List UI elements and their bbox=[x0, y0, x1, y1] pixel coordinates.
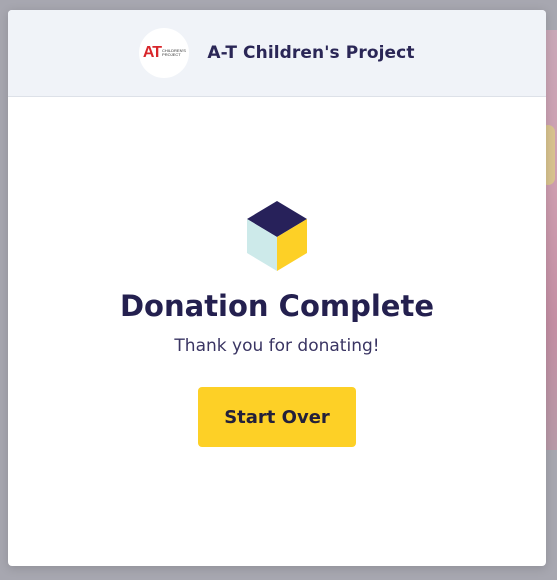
thank-you-message: Thank you for donating! bbox=[174, 336, 380, 356]
page-title: Donation Complete bbox=[119, 289, 434, 323]
cube-icon bbox=[247, 201, 307, 271]
logo-initials: AT bbox=[142, 44, 162, 61]
dialog-header: AT CHILDREN'S PROJECT A-T Children's Pro… bbox=[8, 10, 546, 97]
organization-logo: AT CHILDREN'S PROJECT bbox=[139, 28, 190, 78]
logo-wordmark: CHILDREN'S PROJECT bbox=[162, 48, 186, 57]
dialog-body: Donation Complete Thank you for donating… bbox=[8, 97, 546, 566]
donation-complete-dialog: AT CHILDREN'S PROJECT A-T Children's Pro… bbox=[8, 10, 546, 566]
logo-wordmark-line2: PROJECT bbox=[162, 52, 181, 57]
organization-name: A-T Children's Project bbox=[207, 43, 415, 63]
start-over-button[interactable]: Start Over bbox=[198, 387, 356, 447]
